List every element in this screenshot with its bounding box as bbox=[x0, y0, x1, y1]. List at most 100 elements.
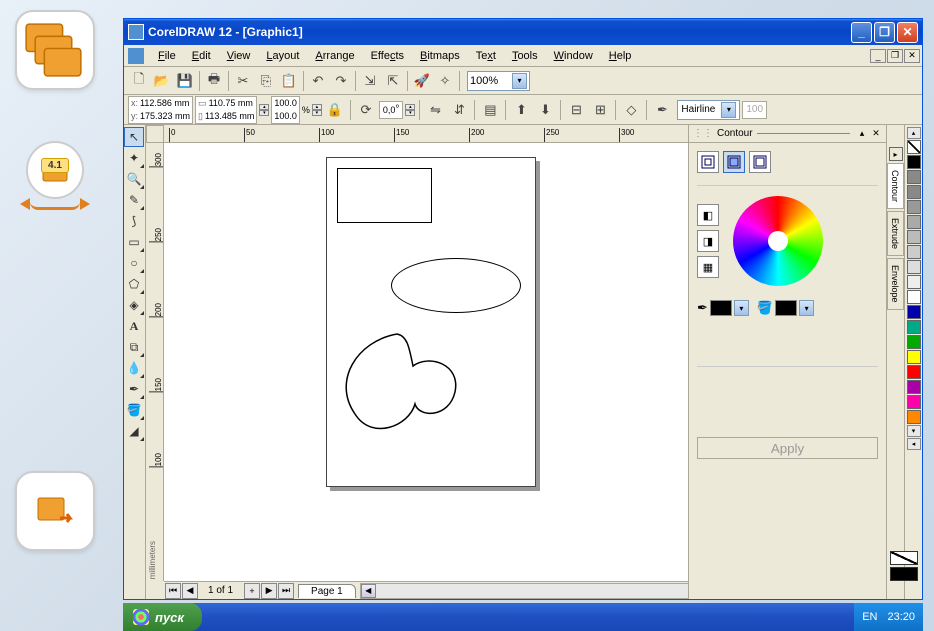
color-swatch[interactable] bbox=[907, 335, 921, 349]
contour-to-center-button[interactable] bbox=[697, 151, 719, 173]
mirror-v-button[interactable]: ⇵ bbox=[448, 99, 470, 121]
print-button[interactable]: 🖶 bbox=[203, 70, 225, 92]
doc-restore-button[interactable]: ❐ bbox=[887, 49, 903, 63]
pick-tool[interactable]: ↖ bbox=[124, 127, 144, 147]
language-indicator[interactable]: EN bbox=[862, 611, 877, 623]
menu-effects[interactable]: Effects bbox=[363, 48, 412, 64]
menu-edit[interactable]: Edit bbox=[184, 48, 219, 64]
ungroup-button[interactable]: ⊟ bbox=[565, 99, 587, 121]
paste-button[interactable]: 📋 bbox=[278, 70, 300, 92]
menu-help[interactable]: Help bbox=[601, 48, 640, 64]
doc-minimize-button[interactable]: _ bbox=[870, 49, 886, 63]
color-wheel[interactable] bbox=[733, 196, 823, 286]
basic-shapes-tool[interactable]: ◈ bbox=[124, 295, 144, 315]
menu-arrange[interactable]: Arrange bbox=[307, 48, 362, 64]
copy-button[interactable]: ⎘ bbox=[255, 70, 277, 92]
color-swatch[interactable] bbox=[907, 260, 921, 274]
outline-width-combo[interactable]: Hairline ▾ bbox=[677, 100, 740, 120]
color-swatch[interactable] bbox=[907, 395, 921, 409]
cut-button[interactable]: ✂ bbox=[232, 70, 254, 92]
color-swatch[interactable] bbox=[907, 305, 921, 319]
fill-color-swatch[interactable] bbox=[775, 300, 797, 316]
size-field[interactable]: ▭110.75 mm ▯113.485 mm bbox=[195, 96, 257, 124]
palette-flyout-button[interactable]: ◂ bbox=[907, 438, 921, 450]
docker-collapse-button[interactable]: ▴ bbox=[856, 128, 868, 140]
scroll-left-button[interactable]: ◀ bbox=[361, 584, 376, 598]
title-bar[interactable]: CorelDRAW 12 - [Graphic1] _ ❐ ✕ bbox=[124, 19, 922, 45]
color-swatch[interactable] bbox=[907, 200, 921, 214]
color-swatch[interactable] bbox=[907, 230, 921, 244]
minimize-button[interactable]: _ bbox=[851, 22, 872, 43]
menu-view[interactable]: View bbox=[219, 48, 259, 64]
curve-shape[interactable] bbox=[337, 326, 467, 446]
outline-dropdown-button[interactable]: ▾ bbox=[721, 102, 736, 118]
docker-options-button[interactable]: ▸ bbox=[889, 147, 903, 161]
corel-online-button[interactable]: ✧ bbox=[434, 70, 456, 92]
to-front-button[interactable]: ⬆ bbox=[510, 99, 532, 121]
zoom-combo[interactable]: ▾ bbox=[467, 71, 530, 91]
redo-button[interactable]: ↷ bbox=[330, 70, 352, 92]
rectangle-shape[interactable] bbox=[337, 168, 432, 223]
docker-header[interactable]: ⋮⋮ Contour ▴ ✕ bbox=[689, 125, 886, 143]
color-swatch[interactable] bbox=[907, 245, 921, 259]
tab-contour[interactable]: Contour bbox=[887, 163, 904, 209]
outline-color-swatch[interactable] bbox=[710, 300, 732, 316]
convert-curves-button[interactable]: ◇ bbox=[620, 99, 642, 121]
tab-envelope[interactable]: Envelope bbox=[887, 258, 904, 310]
prev-page-button[interactable]: ◀ bbox=[182, 583, 198, 599]
fill-color-dropdown[interactable]: ▾ bbox=[799, 300, 814, 316]
blend-tool[interactable]: ⧉ bbox=[124, 337, 144, 357]
menu-layout[interactable]: Layout bbox=[258, 48, 307, 64]
rectangle-tool[interactable]: ▭ bbox=[124, 232, 144, 252]
new-button[interactable]: 🗋 bbox=[128, 70, 150, 92]
menu-bitmaps[interactable]: Bitmaps bbox=[412, 48, 468, 64]
lock-ratio-button[interactable]: 🔒 bbox=[324, 99, 346, 121]
apply-button[interactable]: Apply bbox=[697, 437, 878, 459]
rotation-field[interactable]: 0,0 ° bbox=[379, 101, 404, 119]
polygon-tool[interactable]: ⬠ bbox=[124, 274, 144, 294]
freehand-tool[interactable]: ✎ bbox=[124, 190, 144, 210]
palette-up-button[interactable]: ▴ bbox=[907, 127, 921, 139]
color-swatch[interactable] bbox=[907, 350, 921, 364]
color-swatch[interactable] bbox=[907, 290, 921, 304]
import-button[interactable]: ⇲ bbox=[359, 70, 381, 92]
shape-tool[interactable]: ✦ bbox=[124, 148, 144, 168]
group-button[interactable]: ⊞ bbox=[589, 99, 611, 121]
vertical-ruler[interactable]: 300 250 200 150 100 millimeters bbox=[146, 143, 164, 581]
start-button[interactable]: пуск bbox=[123, 603, 202, 631]
docker-close-button[interactable]: ✕ bbox=[870, 128, 882, 140]
ruler-origin[interactable] bbox=[146, 125, 164, 143]
tab-extrude[interactable]: Extrude bbox=[887, 211, 904, 256]
interactive-fill-tool[interactable]: ◢ bbox=[124, 421, 144, 441]
fill-tool[interactable]: 🪣 bbox=[124, 400, 144, 420]
menu-file[interactable]: File bbox=[150, 48, 184, 64]
menu-text[interactable]: Text bbox=[468, 48, 504, 64]
menu-tools[interactable]: Tools bbox=[504, 48, 546, 64]
page[interactable] bbox=[326, 157, 536, 487]
mirror-h-button[interactable]: ⇋ bbox=[424, 99, 446, 121]
color-swatch[interactable] bbox=[907, 380, 921, 394]
page-tab[interactable]: Page 1 bbox=[298, 584, 356, 598]
end-picker-button[interactable]: ▦ bbox=[697, 256, 719, 278]
last-page-button[interactable]: ⏭ bbox=[278, 583, 294, 599]
ellipse-tool[interactable]: ○ bbox=[124, 253, 144, 273]
app-launcher-button[interactable]: 🚀 bbox=[411, 70, 433, 92]
palette-down-button[interactable]: ▾ bbox=[907, 425, 921, 437]
first-page-button[interactable]: ⏮ bbox=[165, 583, 181, 599]
export-button[interactable]: ⇱ bbox=[382, 70, 404, 92]
add-page-button[interactable]: + bbox=[244, 583, 260, 599]
save-button[interactable]: 💾 bbox=[174, 70, 196, 92]
color-swatch[interactable] bbox=[907, 185, 921, 199]
undo-button[interactable]: ↶ bbox=[307, 70, 329, 92]
eyedropper-tool[interactable]: 💧 bbox=[124, 358, 144, 378]
color-swatch[interactable] bbox=[907, 170, 921, 184]
system-tray[interactable]: EN 23:20 bbox=[854, 603, 923, 631]
no-color-swatch[interactable] bbox=[907, 140, 921, 154]
position-field[interactable]: x:112.586 mm y:175.323 mm bbox=[128, 96, 193, 124]
color-swatch[interactable] bbox=[907, 155, 921, 169]
fill-picker-button[interactable]: ◧ bbox=[697, 204, 719, 226]
wrap-button[interactable]: ▤ bbox=[479, 99, 501, 121]
contour-inside-button[interactable] bbox=[723, 151, 745, 173]
color-swatch[interactable] bbox=[907, 410, 921, 424]
next-page-button[interactable]: ▶ bbox=[261, 583, 277, 599]
